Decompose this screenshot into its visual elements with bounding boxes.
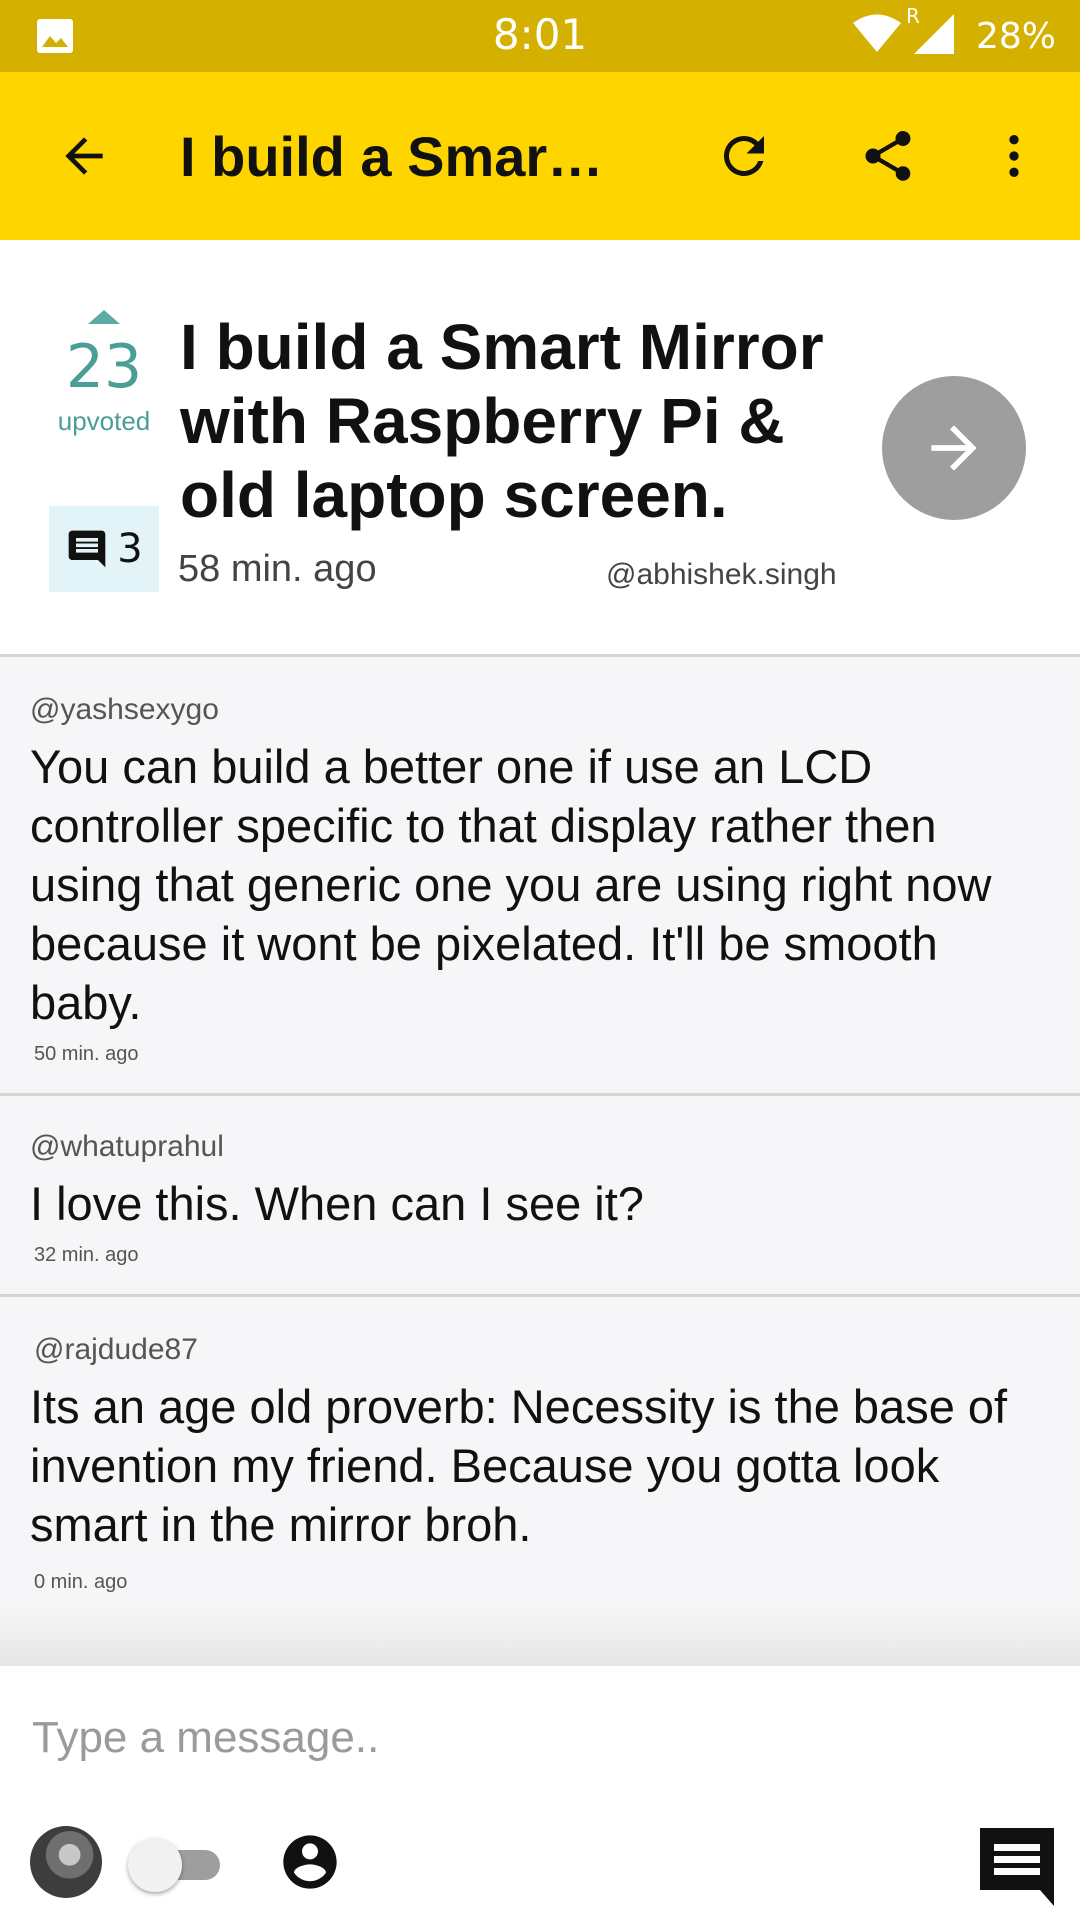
comment-author[interactable]: @rajdude87	[34, 1333, 198, 1367]
wifi-icon	[852, 14, 902, 59]
app-bar: I build a Smart Mirror with Raspberry Pi…	[0, 72, 1080, 240]
vote-block: 23 upvoted	[48, 310, 160, 437]
comment-time: 0 min. ago	[34, 1571, 128, 1593]
status-bar: 8:01 R 28%	[0, 0, 1080, 72]
comment-text: I love this. When can I see it?	[30, 1177, 644, 1230]
battery-percent: 28%	[975, 15, 1056, 57]
refresh-icon	[723, 135, 764, 176]
comment-count-badge[interactable]: 3	[49, 506, 159, 592]
refresh-button[interactable]	[708, 120, 780, 192]
comment-time: 32 min. ago	[34, 1244, 139, 1266]
account-button[interactable]	[278, 1830, 342, 1894]
message-input[interactable]	[30, 1702, 934, 1774]
back-button[interactable]	[48, 120, 120, 192]
comment-icon	[68, 530, 106, 568]
open-link-button[interactable]	[882, 376, 1026, 520]
post-author[interactable]: @abhishek.singh	[606, 558, 837, 592]
comment-author[interactable]: @yashsexygo	[30, 693, 219, 727]
post-title: I build a Smart Mirror with Raspberry Pi…	[180, 311, 824, 531]
comment-count: 3	[117, 526, 143, 572]
network-label: R	[905, 3, 920, 28]
send-chat-icon	[980, 1828, 1054, 1906]
comment-text: Its an age old proverb: Necessity is the…	[30, 1380, 1008, 1551]
back-arrow-icon	[65, 137, 103, 175]
share-button[interactable]	[852, 120, 924, 192]
arrow-forward-icon	[931, 425, 977, 471]
vote-label: upvoted	[57, 406, 151, 436]
comment-item: @whatuprahul I love this. When can I see…	[0, 1093, 1080, 1294]
anonymous-toggle[interactable]	[128, 1838, 224, 1892]
comment-list[interactable]: @yashsexygo You can build a better one i…	[0, 654, 1080, 1666]
share-icon	[865, 131, 911, 181]
send-button[interactable]	[978, 1826, 1056, 1906]
comment-item: @yashsexygo You can build a better one i…	[0, 654, 1080, 1093]
post-header: 23 upvoted 3 I build a Smart Mirror with…	[0, 240, 1080, 654]
cellular-signal-icon: R	[906, 4, 956, 61]
page-title: I build a Smart Mirror with Raspberry Pi…	[180, 125, 620, 188]
vote-count: 23	[65, 332, 143, 402]
post-time: 58 min. ago	[178, 548, 377, 590]
comment-author[interactable]: @whatuprahul	[30, 1130, 224, 1164]
more-vert-icon	[1009, 135, 1019, 177]
list-fade	[0, 1606, 1080, 1666]
avatar[interactable]	[30, 1826, 102, 1898]
message-composer	[0, 1666, 1080, 1920]
account-circle-icon	[283, 1835, 337, 1889]
comment-text: You can build a better one if use an LCD…	[30, 740, 992, 1029]
upvote-arrow-icon[interactable]	[88, 310, 120, 324]
more-options-button[interactable]	[978, 120, 1050, 192]
comment-time: 50 min. ago	[34, 1043, 139, 1065]
toggle-knob	[128, 1838, 182, 1892]
